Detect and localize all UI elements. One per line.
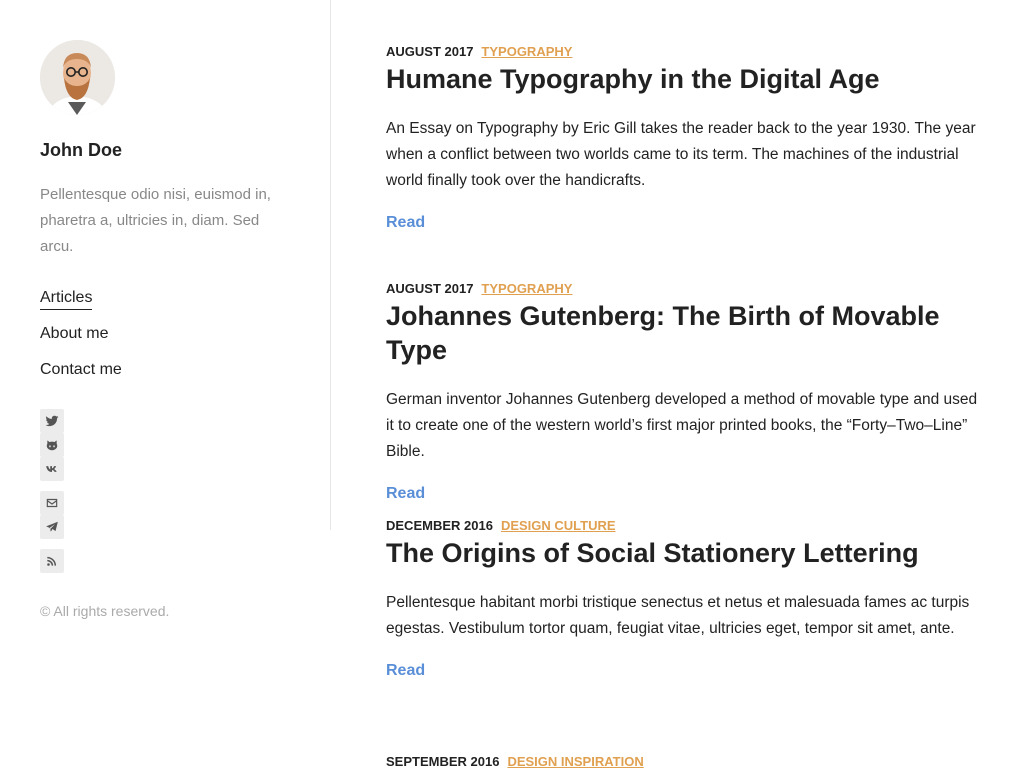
menu-link-contact-me[interactable]: Contact me <box>40 359 122 381</box>
telegram-icon[interactable] <box>40 515 64 539</box>
menu-item-about: About me <box>40 323 122 359</box>
github-icon[interactable] <box>40 433 64 457</box>
post-category-link[interactable]: TYPOGRAPHY <box>481 281 572 296</box>
post-meta: AUGUST 2017 TYPOGRAPHY <box>386 281 986 299</box>
post-excerpt: An Essay on Typography by Eric Gill take… <box>386 120 976 189</box>
post-item: DECEMBER 2016 DESIGN CULTURE The Origins … <box>386 518 986 680</box>
post-category-link[interactable]: TYPOGRAPHY <box>481 44 572 59</box>
menu-link-articles[interactable]: Articles <box>40 287 93 310</box>
post-date: AUGUST 2017 <box>386 44 474 59</box>
post-date: SEPTEMBER 2016 <box>386 754 500 768</box>
rss-icon[interactable] <box>40 549 64 573</box>
post-meta: SEPTEMBER 2016 DESIGN INSPIRATION <box>386 754 986 768</box>
sidebar: John Doe Pellentesque odio nisi, euismod… <box>0 0 331 619</box>
post-title[interactable]: The Origins of Social Stationery Letteri… <box>386 536 986 570</box>
vk-icon[interactable] <box>40 457 64 481</box>
author-name: John Doe <box>40 140 123 160</box>
read-link[interactable]: Read <box>386 485 425 503</box>
post-date: DECEMBER 2016 <box>386 518 493 533</box>
post-item: SEPTEMBER 2016 DESIGN INSPIRATION <box>386 754 986 768</box>
email-icon[interactable] <box>40 491 64 515</box>
post-title[interactable]: Humane Typography in the Digital Age <box>386 62 986 96</box>
read-link[interactable]: Read <box>386 214 425 232</box>
post-item: AUGUST 2017 TYPOGRAPHY Humane Typography … <box>386 44 986 232</box>
post-category-link[interactable]: DESIGN CULTURE <box>501 518 616 533</box>
copyright: © All rights reserved. <box>40 603 170 619</box>
post-date: AUGUST 2017 <box>386 281 474 296</box>
post-item: AUGUST 2017 TYPOGRAPHY Johannes Gutenberg… <box>386 281 986 503</box>
post-excerpt: Pellentesque habitant morbi tristique se… <box>386 594 970 637</box>
avatar[interactable] <box>40 40 115 115</box>
post-meta: AUGUST 2017 TYPOGRAPHY <box>386 44 986 62</box>
menu-item-articles: Articles <box>40 287 122 323</box>
twitter-icon[interactable] <box>40 409 64 433</box>
post-meta: DECEMBER 2016 DESIGN CULTURE <box>386 518 986 536</box>
author-bio: Pellentesque odio nisi, euismod in, phar… <box>40 186 271 255</box>
read-link[interactable]: Read <box>386 662 425 680</box>
main-menu: Articles About me Contact me <box>40 287 122 395</box>
menu-item-contact: Contact me <box>40 359 122 395</box>
post-category-link[interactable]: DESIGN INSPIRATION <box>507 754 643 768</box>
menu-link-about-me[interactable]: About me <box>40 323 108 345</box>
avatar-portrait-image <box>40 40 115 115</box>
post-excerpt: German inventor Johannes Gutenberg devel… <box>386 391 978 460</box>
post-title[interactable]: Johannes Gutenberg: The Birth of Movable… <box>386 299 986 367</box>
